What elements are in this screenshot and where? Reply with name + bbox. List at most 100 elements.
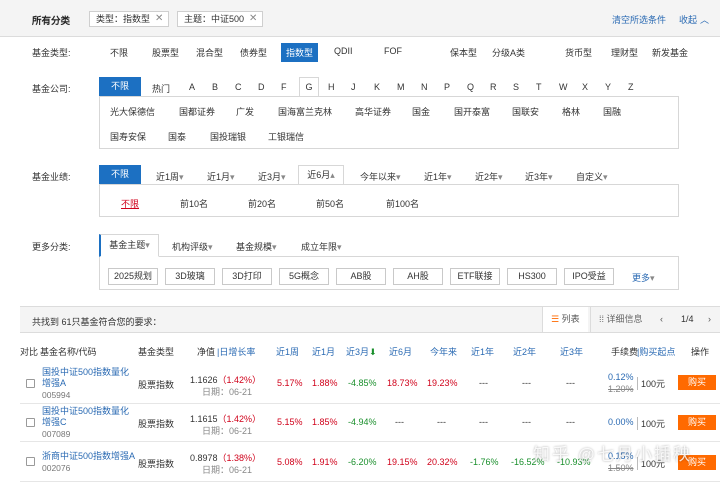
view-list-button[interactable]: ☰ 列表 xyxy=(542,307,588,332)
col-3y[interactable]: 近3年 xyxy=(560,345,583,358)
letter-k[interactable]: K xyxy=(374,82,380,92)
rank-top100[interactable]: 前100名 xyxy=(386,197,419,210)
type-option-guaranteed[interactable]: 保本型 xyxy=(450,46,477,59)
close-icon[interactable]: ✕ xyxy=(249,12,257,26)
col-1y[interactable]: 近1年 xyxy=(471,345,494,358)
type-option-bond[interactable]: 债券型 xyxy=(240,46,267,59)
filter-tag-theme[interactable]: 主题：中证500 ✕ xyxy=(177,11,264,27)
more-tab-age[interactable]: 成立年限▾ xyxy=(301,240,342,253)
period-3y[interactable]: 近3年▾ xyxy=(525,170,553,183)
theme-chip[interactable]: 5G概念 xyxy=(279,268,329,285)
period-1m[interactable]: 近1月▾ xyxy=(207,170,235,183)
theme-chip[interactable]: 3D打印 xyxy=(222,268,272,285)
period-custom[interactable]: 自定义▾ xyxy=(576,170,608,183)
fund-name-link[interactable]: 国投中证500指数量化增强C xyxy=(42,406,134,428)
letter-b[interactable]: B xyxy=(212,82,218,92)
company-item[interactable]: 广发 xyxy=(236,105,254,118)
theme-chip[interactable]: ETF联接 xyxy=(450,268,500,285)
type-option-any[interactable]: 不限 xyxy=(110,46,128,59)
period-1w[interactable]: 近1周▾ xyxy=(156,170,184,183)
letter-n[interactable]: N xyxy=(421,82,428,92)
company-item[interactable]: 格林 xyxy=(562,105,580,118)
buy-button[interactable]: 购买 xyxy=(678,375,716,390)
letter-q[interactable]: Q xyxy=(467,82,474,92)
company-item[interactable]: 工银瑞信 xyxy=(268,130,304,143)
col-1m[interactable]: 近1月 xyxy=(312,345,335,358)
next-page-icon[interactable]: › xyxy=(708,307,711,332)
rank-top20[interactable]: 前20名 xyxy=(248,197,276,210)
close-icon[interactable]: ✕ xyxy=(155,12,163,26)
period-ytd[interactable]: 今年以来▾ xyxy=(360,170,401,183)
letter-c[interactable]: C xyxy=(235,82,242,92)
company-item[interactable]: 国海富兰克林 xyxy=(278,105,332,118)
type-option-fof[interactable]: FOF xyxy=(384,46,402,56)
theme-chip[interactable]: HS300 xyxy=(507,268,557,285)
type-option-new[interactable]: 新发基金 xyxy=(652,46,688,59)
period-any[interactable]: 不限 xyxy=(99,165,141,184)
letter-a[interactable]: A xyxy=(189,82,195,92)
rank-top50[interactable]: 前50名 xyxy=(316,197,344,210)
rank-any[interactable]: 不限 xyxy=(121,197,139,210)
company-item[interactable]: 国联安 xyxy=(512,105,539,118)
theme-chip[interactable]: AH股 xyxy=(393,268,443,285)
compare-checkbox[interactable] xyxy=(26,379,35,388)
more-tab-theme[interactable]: 基金主题▾ xyxy=(99,234,159,257)
type-option-stock[interactable]: 股票型 xyxy=(152,46,179,59)
company-item[interactable]: 国投瑞银 xyxy=(210,130,246,143)
type-option-money[interactable]: 货币型 xyxy=(565,46,592,59)
letter-d[interactable]: D xyxy=(258,82,265,92)
rank-top10[interactable]: 前10名 xyxy=(180,197,208,210)
period-6m[interactable]: 近6月▴ xyxy=(298,165,344,185)
type-option-wealth[interactable]: 理财型 xyxy=(611,46,638,59)
letter-m[interactable]: M xyxy=(397,82,405,92)
letter-s[interactable]: S xyxy=(513,82,519,92)
letter-any[interactable]: 不限 xyxy=(99,77,141,96)
letter-z[interactable]: Z xyxy=(628,82,634,92)
letter-hot[interactable]: 热门 xyxy=(152,82,170,95)
company-item[interactable]: 国寿安保 xyxy=(110,130,146,143)
col-3m[interactable]: 近3月⬇ xyxy=(346,345,377,358)
letter-t[interactable]: T xyxy=(536,82,542,92)
collapse-link[interactable]: 收起 ︿ xyxy=(679,13,709,26)
compare-checkbox[interactable] xyxy=(26,418,35,427)
type-option-qdii[interactable]: QDII xyxy=(334,46,353,56)
view-detail-button[interactable]: ⁞⁞ 详细信息 xyxy=(590,307,651,332)
buy-button[interactable]: 购买 xyxy=(678,415,716,430)
period-1y[interactable]: 近1年▾ xyxy=(424,170,452,183)
letter-j[interactable]: J xyxy=(351,82,356,92)
col-ytd[interactable]: 今年来 xyxy=(430,345,457,358)
type-option-index[interactable]: 指数型 xyxy=(281,43,319,62)
theme-chip[interactable]: 3D玻璃 xyxy=(165,268,215,285)
more-tab-rating[interactable]: 机构评级▾ xyxy=(172,240,213,253)
company-item[interactable]: 国都证券 xyxy=(179,105,215,118)
company-item[interactable]: 高华证券 xyxy=(355,105,391,118)
letter-w[interactable]: W xyxy=(559,82,568,92)
letter-x[interactable]: X xyxy=(582,82,588,92)
letter-h[interactable]: H xyxy=(328,82,335,92)
fund-name-link[interactable]: 国投中证500指数量化增强A xyxy=(42,367,134,389)
col-daily[interactable]: |日增长率 xyxy=(217,345,255,358)
clear-filters-link[interactable]: 清空所选条件 xyxy=(612,13,666,26)
more-tab-scale[interactable]: 基金规模▾ xyxy=(236,240,277,253)
company-item[interactable]: 光大保德信 xyxy=(110,105,155,118)
period-2y[interactable]: 近2年▾ xyxy=(475,170,503,183)
more-themes-link[interactable]: 更多▾ xyxy=(632,271,655,284)
company-item[interactable]: 国泰 xyxy=(168,130,186,143)
type-option-graded-a[interactable]: 分级A类 xyxy=(492,46,525,59)
type-option-mixed[interactable]: 混合型 xyxy=(196,46,223,59)
letter-g[interactable]: G xyxy=(299,77,319,97)
company-item[interactable]: 国融 xyxy=(603,105,621,118)
letter-y[interactable]: Y xyxy=(605,82,611,92)
col-name[interactable]: 基金名称/代码 xyxy=(40,345,97,358)
col-nav[interactable]: 净值 xyxy=(197,345,215,358)
compare-checkbox[interactable] xyxy=(26,457,35,466)
col-6m[interactable]: 近6月 xyxy=(389,345,412,358)
period-3m[interactable]: 近3月▾ xyxy=(258,170,286,183)
theme-chip[interactable]: IPO受益 xyxy=(564,268,614,285)
col-2y[interactable]: 近2年 xyxy=(513,345,536,358)
letter-p[interactable]: P xyxy=(444,82,450,92)
company-item[interactable]: 国开泰富 xyxy=(454,105,490,118)
company-item[interactable]: 国金 xyxy=(412,105,430,118)
filter-tag-type[interactable]: 类型：指数型 ✕ xyxy=(89,11,170,27)
letter-r[interactable]: R xyxy=(490,82,497,92)
